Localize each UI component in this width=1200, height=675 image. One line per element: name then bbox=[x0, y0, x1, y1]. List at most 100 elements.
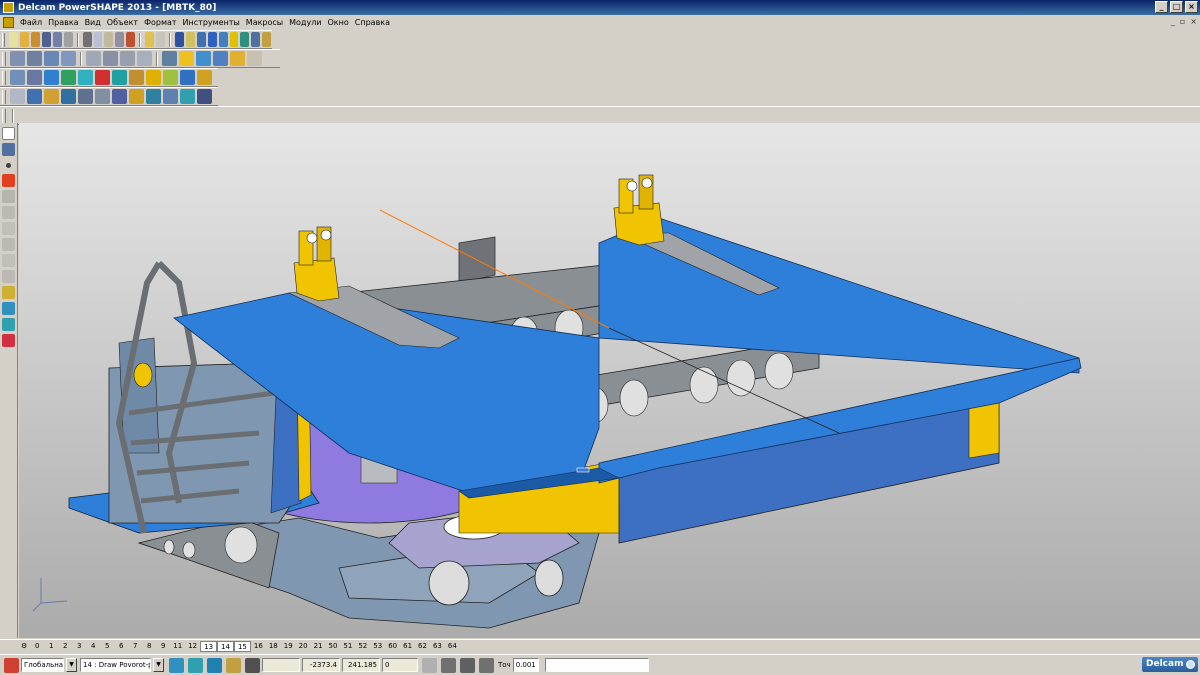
z-coordinate[interactable]: 0 bbox=[382, 658, 418, 672]
sphere-icon[interactable] bbox=[163, 70, 178, 85]
grid-icon[interactable] bbox=[245, 657, 260, 673]
warning-icon[interactable] bbox=[2, 174, 15, 187]
shape-3-icon[interactable] bbox=[2, 318, 15, 331]
chevron-down-icon[interactable]: ▼ bbox=[66, 658, 77, 672]
minimize-button[interactable]: _ bbox=[1155, 1, 1168, 13]
blend-icon[interactable] bbox=[197, 70, 212, 85]
zoom-fit-icon[interactable] bbox=[120, 51, 135, 66]
workplane-toggle-icon[interactable] bbox=[226, 657, 241, 673]
network-icon[interactable] bbox=[180, 70, 195, 85]
plane-zx-icon[interactable] bbox=[207, 657, 222, 673]
cone-icon[interactable] bbox=[112, 70, 127, 85]
level-button-4[interactable]: 4 bbox=[86, 641, 100, 652]
view-front-icon[interactable] bbox=[27, 51, 42, 66]
surface-create-icon[interactable] bbox=[10, 89, 25, 104]
cut-icon[interactable] bbox=[82, 32, 92, 47]
level-button-13[interactable]: 13 bbox=[200, 641, 218, 652]
level-button-15[interactable]: 15 bbox=[233, 641, 251, 652]
view-rotate-icon[interactable] bbox=[61, 51, 76, 66]
redo-icon[interactable] bbox=[156, 32, 165, 47]
level-button-8[interactable]: 8 bbox=[142, 641, 156, 652]
new-file-icon[interactable] bbox=[9, 32, 19, 47]
zoom-in-icon[interactable] bbox=[86, 51, 101, 66]
shade-icon[interactable] bbox=[179, 51, 194, 66]
open-folder-icon[interactable] bbox=[31, 32, 40, 47]
paste-icon[interactable] bbox=[104, 32, 114, 47]
document-icon[interactable] bbox=[3, 17, 14, 28]
disabled-1-icon[interactable] bbox=[2, 206, 15, 219]
toolbar-grip[interactable] bbox=[2, 32, 6, 47]
menu-edit[interactable]: Правка bbox=[45, 18, 81, 27]
toolbar-grip[interactable] bbox=[2, 70, 6, 85]
y-coordinate[interactable]: 241.185 bbox=[342, 658, 380, 672]
menu-window[interactable]: Окно bbox=[325, 18, 352, 27]
box-icon[interactable] bbox=[146, 70, 161, 85]
levels-icon[interactable]: ⚙ bbox=[18, 641, 30, 652]
close-button[interactable]: × bbox=[1185, 1, 1198, 13]
erase-icon[interactable] bbox=[126, 32, 136, 47]
level-button-1[interactable]: 1 bbox=[44, 641, 58, 652]
level-button-20[interactable]: 20 bbox=[296, 641, 311, 652]
level-button-52[interactable]: 52 bbox=[355, 641, 370, 652]
level-button-14[interactable]: 14 bbox=[217, 641, 234, 652]
hand-icon[interactable] bbox=[247, 51, 262, 66]
menu-macros[interactable]: Макросы bbox=[243, 18, 286, 27]
level-button-64[interactable]: 64 bbox=[445, 641, 460, 652]
menu-modules[interactable]: Модули bbox=[286, 18, 324, 27]
analysis-icon[interactable] bbox=[95, 89, 110, 104]
mdi-minimize-button[interactable]: _ bbox=[1171, 17, 1175, 26]
disabled-4-icon[interactable] bbox=[2, 254, 15, 267]
chart-icon[interactable] bbox=[112, 89, 127, 104]
level-value[interactable]: 14 : Draw Povorot-pl bbox=[80, 658, 151, 672]
toolbar-grip[interactable] bbox=[2, 51, 6, 66]
graphics-viewport[interactable] bbox=[19, 123, 1200, 638]
layers-icon[interactable] bbox=[10, 70, 25, 85]
light-icon[interactable] bbox=[230, 51, 245, 66]
delete-icon[interactable] bbox=[115, 32, 125, 47]
workplane-combo[interactable]: Глобальна ▼ bbox=[21, 658, 77, 672]
menu-tools[interactable]: Инструменты bbox=[180, 18, 243, 27]
measure-icon[interactable] bbox=[61, 89, 76, 104]
toolbar-grip[interactable] bbox=[2, 89, 6, 104]
feature-icon[interactable] bbox=[197, 89, 212, 104]
render-icon[interactable] bbox=[213, 51, 228, 66]
toolbar-grip[interactable] bbox=[2, 108, 6, 123]
mdi-restore-button[interactable]: ▫ bbox=[1180, 17, 1185, 26]
trim-icon[interactable] bbox=[2, 190, 15, 203]
workplane-value[interactable]: Глобальна bbox=[21, 658, 64, 672]
level-button-63[interactable]: 63 bbox=[430, 641, 445, 652]
save-as-icon[interactable] bbox=[52, 32, 62, 47]
abs-rel-icon[interactable] bbox=[441, 657, 456, 673]
zoom-out-icon[interactable] bbox=[103, 51, 118, 66]
tolerance-icon[interactable] bbox=[479, 657, 494, 673]
transform-icon[interactable] bbox=[44, 89, 59, 104]
undo-icon[interactable] bbox=[145, 32, 155, 47]
level-button-16[interactable]: 16 bbox=[251, 641, 266, 652]
select-icon[interactable] bbox=[185, 32, 195, 47]
polar-icon[interactable] bbox=[460, 657, 475, 673]
edge-icon[interactable] bbox=[146, 89, 161, 104]
principal-plane-icon[interactable] bbox=[169, 657, 184, 673]
level-button-53[interactable]: 53 bbox=[370, 641, 385, 652]
workplane-select-icon[interactable] bbox=[4, 657, 19, 673]
level-combo[interactable]: 14 : Draw Povorot-pl ▼ bbox=[80, 658, 164, 672]
mdi-close-button[interactable]: × bbox=[1190, 17, 1197, 26]
boolean-icon[interactable] bbox=[163, 89, 178, 104]
level-button-11[interactable]: 11 bbox=[170, 641, 185, 652]
menu-format[interactable]: Формат bbox=[141, 18, 179, 27]
level-button-6[interactable]: 6 bbox=[114, 641, 128, 652]
wand-icon[interactable] bbox=[262, 32, 272, 47]
workplane-icon[interactable] bbox=[196, 32, 206, 47]
zoom-window-icon[interactable] bbox=[137, 51, 152, 66]
menu-view[interactable]: Вид bbox=[82, 18, 104, 27]
open-file-icon[interactable] bbox=[20, 32, 29, 47]
circle-icon[interactable] bbox=[207, 32, 217, 47]
drawing-icon[interactable] bbox=[2, 143, 15, 156]
level-button-18[interactable]: 18 bbox=[266, 641, 281, 652]
level-button-3[interactable]: 3 bbox=[72, 641, 86, 652]
plane-yz-icon[interactable] bbox=[188, 657, 203, 673]
menu-object[interactable]: Объект bbox=[104, 18, 141, 27]
menu-help[interactable]: Справка bbox=[352, 18, 393, 27]
zoom-axis-icon[interactable] bbox=[174, 32, 184, 47]
tolerance-field[interactable]: 0.001 bbox=[512, 658, 539, 672]
